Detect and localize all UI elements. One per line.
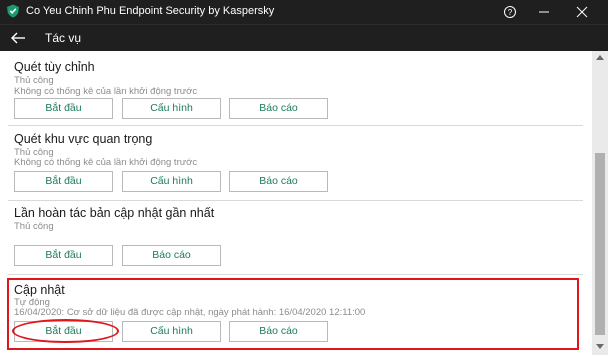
configure-button[interactable]: Cấu hình bbox=[122, 98, 221, 119]
task-mode: Thủ công bbox=[14, 221, 54, 232]
minimize-button[interactable] bbox=[528, 0, 560, 24]
title-bar: Co Yeu Chinh Phu Endpoint Security by Ka… bbox=[0, 0, 608, 24]
task-name: Quét tùy chỉnh bbox=[14, 60, 95, 74]
task-status: Không có thống kê của lần khởi động trướ… bbox=[14, 157, 198, 168]
svg-text:?: ? bbox=[508, 8, 513, 17]
task-status: Không có thống kê của lần khởi động trướ… bbox=[14, 86, 198, 97]
close-button[interactable] bbox=[566, 0, 598, 24]
back-button[interactable] bbox=[8, 29, 30, 47]
start-button[interactable]: Bắt đầu bbox=[14, 245, 113, 266]
kaspersky-shield-icon bbox=[7, 4, 19, 18]
close-icon bbox=[576, 6, 588, 18]
window-title: Co Yeu Chinh Phu Endpoint Security by Ka… bbox=[26, 5, 275, 17]
task-critical-areas-scan: Quét khu vực quan trọng Thủ công Không c… bbox=[0, 126, 591, 201]
task-mode: Thủ công bbox=[14, 75, 54, 86]
scroll-down-arrow-icon[interactable] bbox=[596, 344, 604, 349]
help-icon: ? bbox=[504, 6, 516, 18]
help-button[interactable]: ? bbox=[494, 0, 526, 24]
task-custom-scan: Quét tùy chỉnh Thủ công Không có thống k… bbox=[0, 51, 591, 126]
report-button[interactable]: Báo cáo bbox=[229, 171, 328, 192]
task-name: Quét khu vực quan trọng bbox=[14, 132, 153, 146]
report-button[interactable]: Báo cáo bbox=[229, 98, 328, 119]
back-arrow-icon bbox=[11, 32, 25, 44]
start-button[interactable]: Bắt đầu bbox=[14, 98, 113, 119]
task-name: Lần hoàn tác bản cập nhật gần nhất bbox=[14, 206, 215, 220]
minimize-icon bbox=[539, 11, 549, 13]
scrollbar-thumb[interactable] bbox=[595, 153, 605, 335]
scroll-up-arrow-icon[interactable] bbox=[596, 55, 604, 60]
report-button[interactable]: Báo cáo bbox=[122, 245, 221, 266]
start-button[interactable]: Bắt đầu bbox=[14, 171, 113, 192]
page-title: Tác vụ bbox=[45, 31, 82, 45]
task-rollback-update: Lần hoàn tác bản cập nhật gần nhất Thủ c… bbox=[0, 201, 591, 275]
nav-bar: Tác vụ bbox=[0, 24, 608, 51]
vertical-scrollbar[interactable] bbox=[592, 51, 608, 355]
highlight-ellipse bbox=[12, 319, 119, 343]
configure-button[interactable]: Cấu hình bbox=[122, 171, 221, 192]
